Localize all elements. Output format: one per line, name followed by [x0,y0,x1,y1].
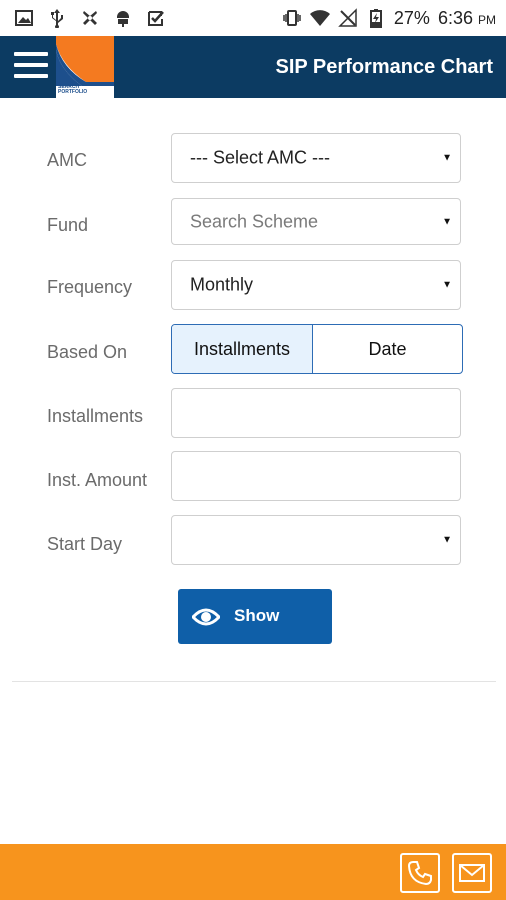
time-ampm: PM [478,12,496,27]
inst-amount-input[interactable] [171,451,461,501]
based-on-toggle[interactable]: Installments Date [171,324,463,374]
vibrate-icon [283,10,301,26]
menu-button[interactable] [14,50,48,82]
status-left-icons [14,6,166,30]
amc-select-value: --- Select AMC --- [190,147,331,168]
installments-label: Installments [47,406,144,426]
search-portfolio-logo: SEARCH PORTFOLIO [56,36,114,98]
divider [12,681,496,682]
no-signal-icon [338,8,357,27]
logo-text-line2: PORTFOLIO [58,89,88,95]
battery-percentage: 27% [393,7,430,28]
start-day-select[interactable]: ▼ [171,515,461,565]
fund-search-placeholder: Search Scheme [190,211,319,231]
fund-label: Fund [47,215,89,235]
image-icon [15,10,33,26]
frequency-select[interactable]: Monthly ▼ [171,260,461,310]
frequency-label: Frequency [47,277,133,297]
menu-icon-bar [14,74,48,78]
wifi-icon [309,10,330,26]
status-time: 6:36 PM [438,8,496,29]
eye-icon [192,608,220,626]
start-day-label: Start Day [47,534,123,554]
phone-icon [407,861,432,886]
menu-icon-bar [14,63,48,67]
mail-icon [459,864,485,882]
menu-icon [14,52,48,56]
inst-amount-label: Inst. Amount [47,470,148,490]
amc-label: AMC [47,150,87,170]
installments-input[interactable] [171,388,461,438]
time-value: 6:36 [437,7,473,28]
based-on-installments-option[interactable]: Installments [172,325,313,373]
amc-select[interactable]: --- Select AMC --- ▼ [171,133,461,183]
logo-text: SEARCH PORTFOLIO [58,85,87,95]
checkbox-icon [148,11,164,26]
call-button[interactable] [400,853,440,893]
app-bar: SEARCH PORTFOLIO SIP Performance Chart [0,36,506,98]
fund-search-select[interactable]: Search Scheme ▼ [171,198,461,245]
usb-icon [51,9,63,28]
email-button[interactable] [452,853,492,893]
status-right-icons: 27% 6:36 PM [282,6,496,30]
show-button[interactable]: Show [178,589,332,644]
footer-bar [0,844,506,900]
dropdown-caret-icon: ▼ [442,534,452,546]
dropdown-caret-icon: ▼ [442,216,452,227]
frequency-select-value: Monthly [190,274,254,295]
page-title: SIP Performance Chart [275,56,494,78]
dropdown-caret-icon: ▼ [442,152,452,164]
based-on-label: Based On [47,342,128,362]
battery-charging-icon [369,9,382,28]
android-icon [117,11,129,27]
dropdown-caret-icon: ▼ [442,279,452,291]
status-bar: 27% 6:36 PM [0,0,506,36]
show-button-label: Show [234,606,280,625]
app-icon [83,11,97,25]
based-on-date-option[interactable]: Date [313,325,462,373]
